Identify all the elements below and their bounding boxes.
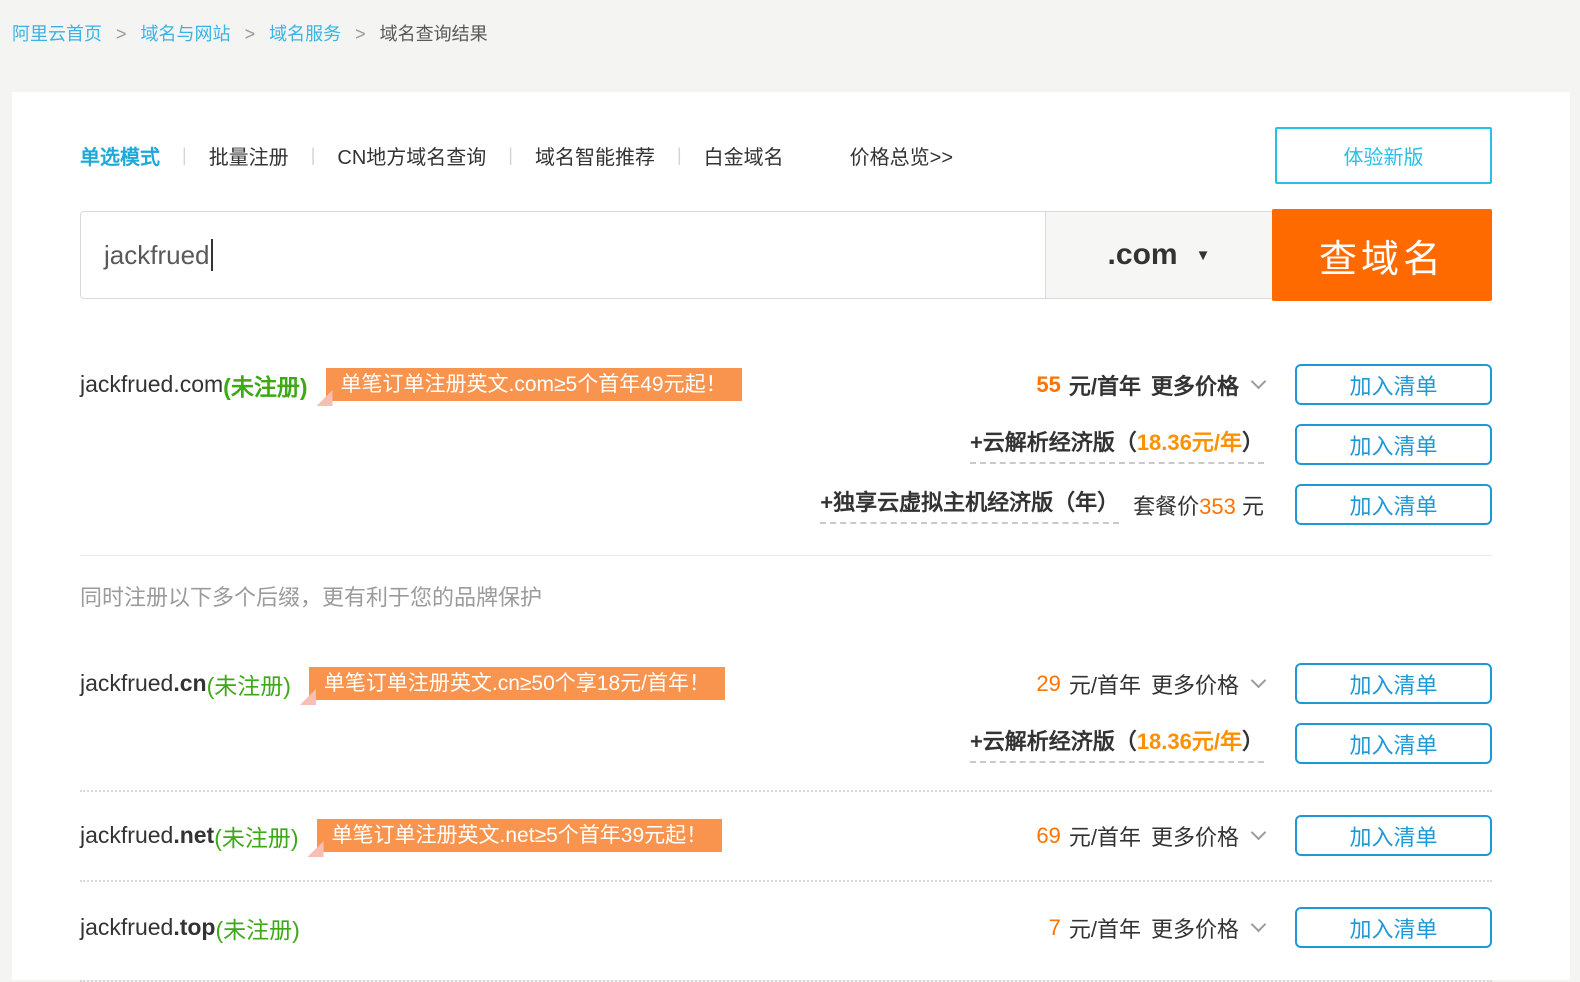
tab-divider: | — [182, 145, 187, 166]
tab-divider: | — [508, 145, 513, 166]
status-unregistered: (未注册) — [223, 368, 307, 402]
tab-smart-recommend[interactable]: 域名智能推荐 — [535, 141, 655, 170]
more-price-toggle[interactable]: 69 元/首年 更多价格 — [1036, 820, 1264, 852]
price-unit: 元/首年 — [1069, 369, 1141, 401]
breadcrumb-separator: > — [116, 24, 127, 44]
mode-tabbar: 单选模式 | 批量注册 | CN地方域名查询 | 域名智能推荐 | 白金域名 价… — [80, 127, 1492, 184]
cloud-dns-addon-link[interactable]: +云解析经济版（18.36元/年） — [970, 724, 1264, 763]
domain-name: jackfrued.cn — [80, 670, 207, 697]
tab-batch-register[interactable]: 批量注册 — [209, 141, 289, 170]
tld-selected-value: .com — [1108, 238, 1178, 272]
text-caret — [211, 239, 213, 271]
virtual-host-addon-link[interactable]: +独享云虚拟主机经济版（年） — [820, 485, 1119, 524]
chevron-down-icon — [1251, 673, 1267, 689]
add-to-list-button[interactable]: 加入清单 — [1295, 424, 1492, 465]
breadcrumb-link-home[interactable]: 阿里云首页 — [12, 24, 102, 44]
search-domain-button[interactable]: 查域名 — [1272, 209, 1492, 301]
breadcrumb-separator: > — [245, 24, 256, 44]
dropdown-arrow-icon: ▼ — [1196, 247, 1211, 264]
promo-badge: 单笔订单注册英文.cn≥50个享18元/首年！ — [309, 667, 725, 700]
price-unit: 元/首年 — [1069, 668, 1141, 700]
breadcrumb: 阿里云首页 > 域名与网站 > 域名服务 > 域名查询结果 — [0, 0, 1580, 46]
addon-row-cloud-dns: +云解析经济版（18.36元/年） 加入清单 — [80, 723, 1492, 764]
breadcrumb-link-domain-service[interactable]: 域名服务 — [269, 24, 341, 44]
add-to-list-button[interactable]: 加入清单 — [1295, 815, 1492, 856]
price-value: 55 — [1036, 372, 1060, 398]
result-row-net: jackfrued.net (未注册) 单笔订单注册英文.net≥5个首年39元… — [80, 815, 1492, 856]
price-overview-link[interactable]: 价格总览>> — [850, 141, 953, 170]
domain-search-bar: jackfrued .com ▼ 查域名 — [80, 209, 1492, 301]
status-unregistered: (未注册) — [215, 911, 299, 945]
price-unit: 元/首年 — [1069, 912, 1141, 944]
breadcrumb-separator: > — [355, 24, 366, 44]
add-to-list-button[interactable]: 加入清单 — [1295, 723, 1492, 764]
breadcrumb-link-domains-websites[interactable]: 域名与网站 — [141, 24, 231, 44]
addon-price: 18.36元/年 — [1137, 430, 1242, 455]
result-row-cn: jackfrued.cn (未注册) 单笔订单注册英文.cn≥50个享18元/首… — [80, 663, 1492, 704]
chevron-down-icon — [1251, 374, 1267, 390]
more-price-label: 更多价格 — [1151, 912, 1239, 944]
search-input-value: jackfrued — [104, 240, 210, 271]
tab-single-mode[interactable]: 单选模式 — [80, 141, 160, 170]
addon-row-cloud-dns: +云解析经济版（18.36元/年） 加入清单 — [80, 424, 1492, 465]
brand-protection-note: 同时注册以下多个后缀，更有利于您的品牌保护 — [80, 580, 1492, 612]
status-unregistered: (未注册) — [214, 819, 298, 853]
domain-search-input[interactable]: jackfrued — [80, 211, 1045, 299]
tld-select-dropdown[interactable]: .com ▼ — [1045, 211, 1272, 299]
main-card: 单选模式 | 批量注册 | CN地方域名查询 | 域名智能推荐 | 白金域名 价… — [12, 92, 1570, 980]
domain-name: jackfrued.net — [80, 822, 214, 849]
price-value: 69 — [1036, 823, 1060, 849]
package-price: 套餐价353 元 — [1133, 489, 1264, 521]
result-row-top: jackfrued.top (未注册) 7 元/首年 更多价格 加入清单 — [80, 907, 1492, 948]
promo-badge: 单笔订单注册英文.net≥5个首年39元起！ — [317, 819, 723, 852]
price-value: 7 — [1049, 915, 1061, 941]
add-to-list-button[interactable]: 加入清单 — [1295, 907, 1492, 948]
tab-platinum-domain[interactable]: 白金域名 — [704, 141, 784, 170]
tab-cn-local-query[interactable]: CN地方域名查询 — [337, 141, 486, 170]
chevron-down-icon — [1251, 825, 1267, 841]
section-divider — [80, 880, 1492, 882]
chevron-down-icon — [1251, 917, 1267, 933]
cloud-dns-addon-link[interactable]: +云解析经济版（18.36元/年） — [970, 425, 1264, 464]
section-divider — [80, 555, 1492, 556]
add-to-list-button[interactable]: 加入清单 — [1295, 663, 1492, 704]
tab-divider: | — [311, 145, 316, 166]
price-unit: 元/首年 — [1069, 820, 1141, 852]
section-divider — [80, 790, 1492, 792]
more-price-toggle[interactable]: 29 元/首年 更多价格 — [1036, 668, 1264, 700]
result-row-com: jackfrued.com (未注册) 单笔订单注册英文.com≥5个首年49元… — [80, 364, 1492, 405]
add-to-list-button[interactable]: 加入清单 — [1295, 484, 1492, 525]
price-value: 29 — [1036, 671, 1060, 697]
add-to-list-button[interactable]: 加入清单 — [1295, 364, 1492, 405]
try-new-version-button[interactable]: 体验新版 — [1275, 127, 1492, 184]
breadcrumb-current: 域名查询结果 — [380, 24, 488, 44]
tab-divider: | — [677, 145, 682, 166]
status-unregistered: (未注册) — [207, 667, 291, 701]
promo-badge: 单笔订单注册英文.com≥5个首年49元起！ — [326, 368, 742, 401]
domain-name: jackfrued.top — [80, 914, 215, 941]
addon-row-virtual-host: +独享云虚拟主机经济版（年） 套餐价353 元 加入清单 — [80, 484, 1492, 525]
more-price-label: 更多价格 — [1151, 820, 1239, 852]
more-price-label: 更多价格 — [1151, 668, 1239, 700]
more-price-toggle[interactable]: 55 元/首年 更多价格 — [1036, 369, 1264, 401]
more-price-label: 更多价格 — [1151, 369, 1239, 401]
domain-name: jackfrued.com — [80, 371, 223, 398]
addon-price: 18.36元/年 — [1137, 729, 1242, 754]
more-price-toggle[interactable]: 7 元/首年 更多价格 — [1049, 912, 1264, 944]
